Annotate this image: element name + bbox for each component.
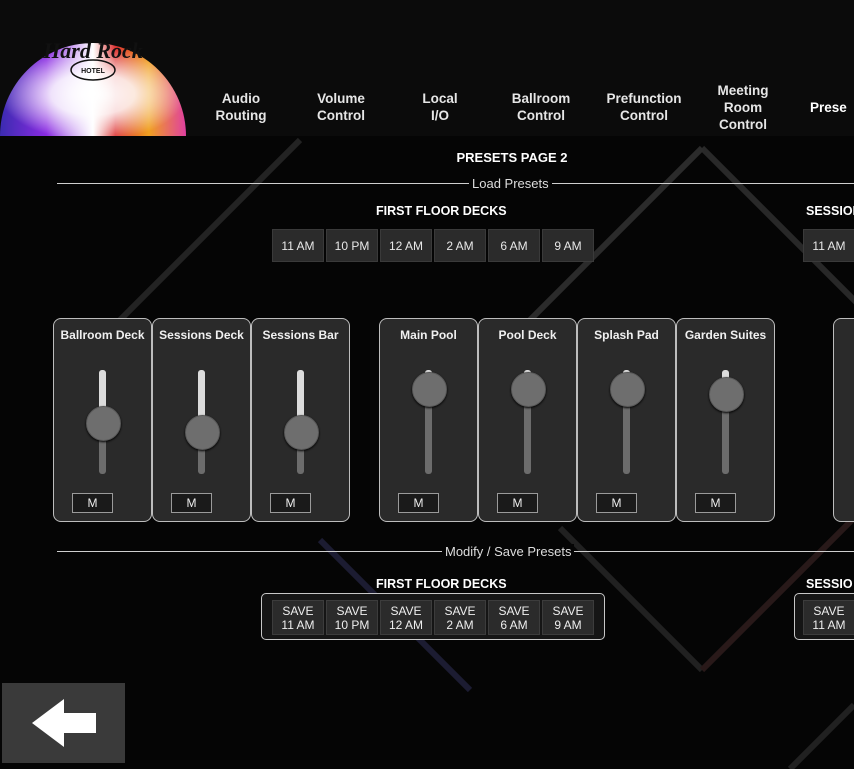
save-2am-button[interactable]: SAVE 2 AM: [434, 600, 486, 635]
nav-meeting-room-control[interactable]: Meeting Room Control: [695, 78, 791, 136]
svg-text:Hard Rock: Hard Rock: [42, 38, 143, 63]
save-9am-button[interactable]: SAVE 9 AM: [542, 600, 594, 635]
sessions-save-11am-button[interactable]: SAVE 11 AM: [803, 600, 854, 635]
fader-knob[interactable]: [511, 372, 546, 408]
back-button[interactable]: [2, 683, 125, 763]
first-floor-decks-title: FIRST FLOOR DECKS: [376, 204, 507, 218]
mute-button[interactable]: M: [171, 493, 212, 513]
sessions-preset-11am-button[interactable]: 11 AM: [803, 229, 854, 262]
fader-label: Pool Deck: [498, 328, 557, 342]
nav-prefunction-control[interactable]: Prefunction Control: [596, 78, 692, 136]
mute-button[interactable]: M: [398, 493, 439, 513]
nav-audio-routing[interactable]: Audio Routing: [193, 78, 289, 136]
load-presets-divider: [57, 183, 854, 184]
preset-6am-button[interactable]: 6 AM: [488, 229, 540, 262]
fader-knob[interactable]: [610, 372, 645, 408]
save-10pm-button[interactable]: SAVE 10 PM: [326, 600, 378, 635]
nav-ballroom-control[interactable]: Ballroom Control: [493, 78, 589, 136]
page-title: PRESETS PAGE 2: [456, 150, 568, 165]
fader-pool-deck: Pool Deck M: [478, 318, 577, 522]
fader-knob[interactable]: [284, 414, 319, 450]
preset-2am-button[interactable]: 2 AM: [434, 229, 486, 262]
fader-label: Splash Pad: [594, 328, 659, 342]
fader-ballroom-deck: Ballroom Deck M: [53, 318, 152, 522]
fader-main-pool: Main Pool M: [379, 318, 478, 522]
svg-text:HOTEL: HOTEL: [81, 68, 105, 75]
fader-garden-suites: Garden Suites M: [676, 318, 775, 522]
preset-12am-button[interactable]: 12 AM: [380, 229, 432, 262]
fader-label: Ballroom Deck: [60, 328, 145, 342]
sessions-save-title: SESSIO: [806, 577, 853, 591]
mute-button[interactable]: M: [695, 493, 736, 513]
fader-label: Garden Suites: [684, 328, 767, 342]
fader-splash-pad: Splash Pad M: [577, 318, 676, 522]
fader-label: Sessions Deck: [159, 328, 244, 342]
save-6am-button[interactable]: SAVE 6 AM: [488, 600, 540, 635]
fader-label: Sessions Bar: [262, 328, 339, 342]
preset-9am-button[interactable]: 9 AM: [542, 229, 594, 262]
sessions-title: SESSION: [806, 204, 854, 218]
fader-knob[interactable]: [709, 377, 744, 413]
fader-offscreen-partial: [833, 318, 854, 522]
fader-sessions-deck: Sessions Deck M: [152, 318, 251, 522]
save-presets-label: Modify / Save Presets: [442, 544, 575, 559]
fader-knob[interactable]: [86, 405, 121, 441]
first-floor-decks-save-title: FIRST FLOOR DECKS: [376, 577, 507, 591]
mute-button[interactable]: M: [72, 493, 113, 513]
mute-button[interactable]: M: [596, 493, 637, 513]
fader-knob[interactable]: [412, 372, 447, 408]
preset-11am-button[interactable]: 11 AM: [272, 229, 324, 262]
nav-volume-control[interactable]: Volume Control: [293, 78, 389, 136]
nav-presets[interactable]: Prese: [810, 78, 854, 136]
back-arrow-icon: [32, 699, 96, 747]
load-presets-label: Load Presets: [469, 176, 552, 191]
save-11am-button[interactable]: SAVE 11 AM: [272, 600, 324, 635]
mute-button[interactable]: M: [270, 493, 311, 513]
hard-rock-hotel-logo: Hard Rock HOTEL: [0, 38, 186, 136]
mute-button[interactable]: M: [497, 493, 538, 513]
preset-10pm-button[interactable]: 10 PM: [326, 229, 378, 262]
fader-label: Main Pool: [400, 328, 457, 342]
fader-knob[interactable]: [185, 414, 220, 450]
nav-local-io[interactable]: Local I/O: [392, 78, 488, 136]
save-12am-button[interactable]: SAVE 12 AM: [380, 600, 432, 635]
fader-sessions-bar: Sessions Bar M: [251, 318, 350, 522]
